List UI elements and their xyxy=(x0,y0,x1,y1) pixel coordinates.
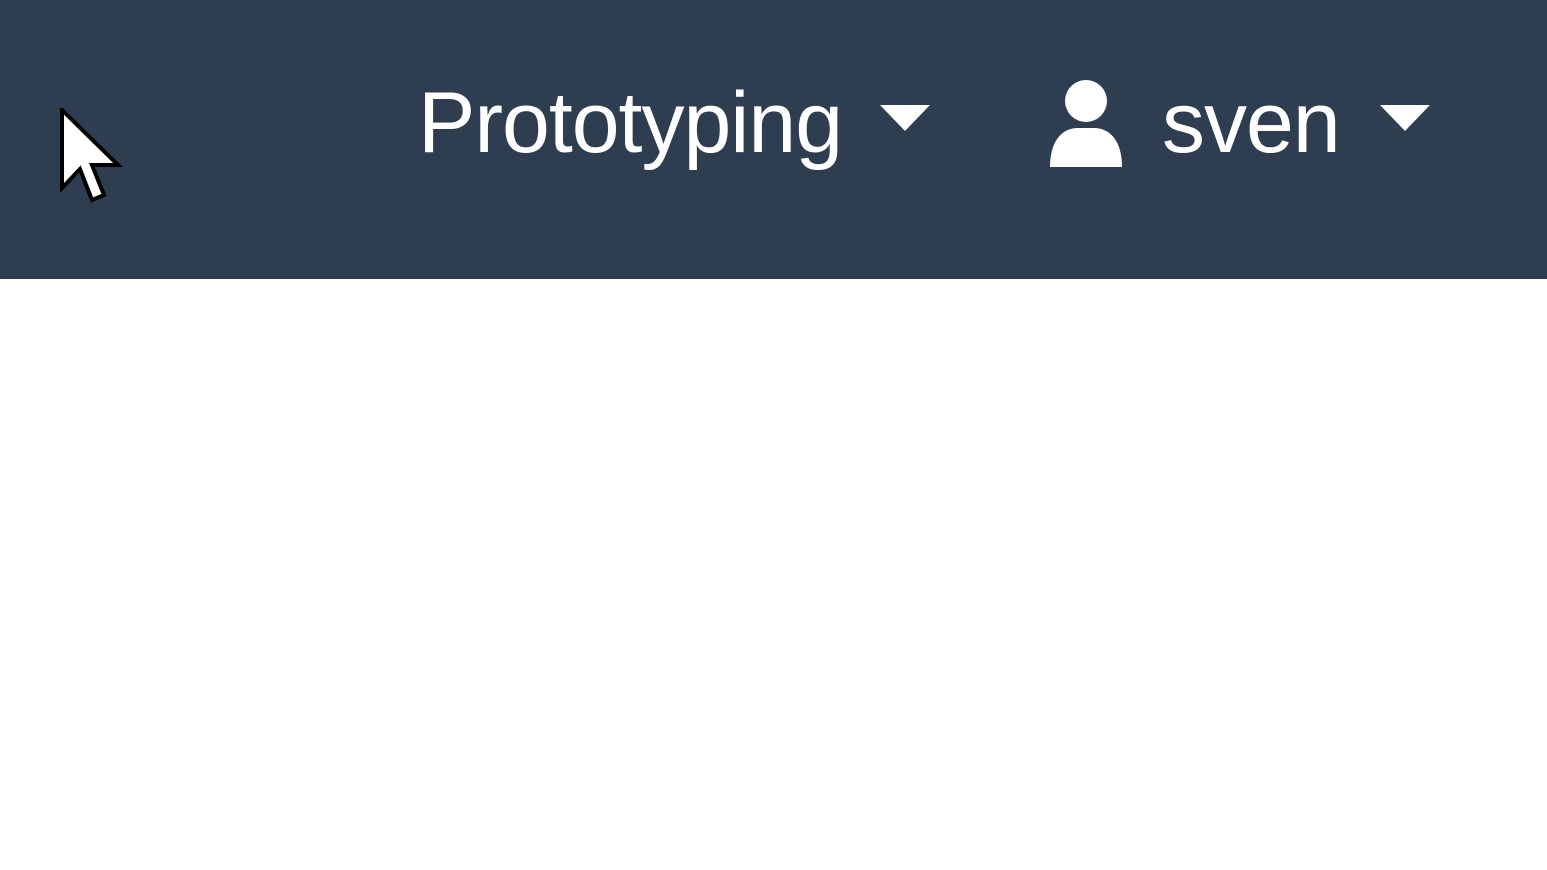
caret-down-icon xyxy=(1379,105,1430,131)
project-dropdown-button[interactable]: Prototyping xyxy=(418,75,931,171)
project-dropdown-label: Prototyping xyxy=(418,75,843,171)
caret-down-icon xyxy=(880,105,931,131)
mouse-pointer-icon xyxy=(60,108,123,203)
username-label: sven xyxy=(1162,75,1341,171)
user-icon xyxy=(1050,80,1122,167)
top-navbar: Prototyping sven xyxy=(0,0,1547,279)
main-content-area xyxy=(0,279,1547,870)
user-dropdown-button[interactable]: sven xyxy=(1046,78,1430,168)
